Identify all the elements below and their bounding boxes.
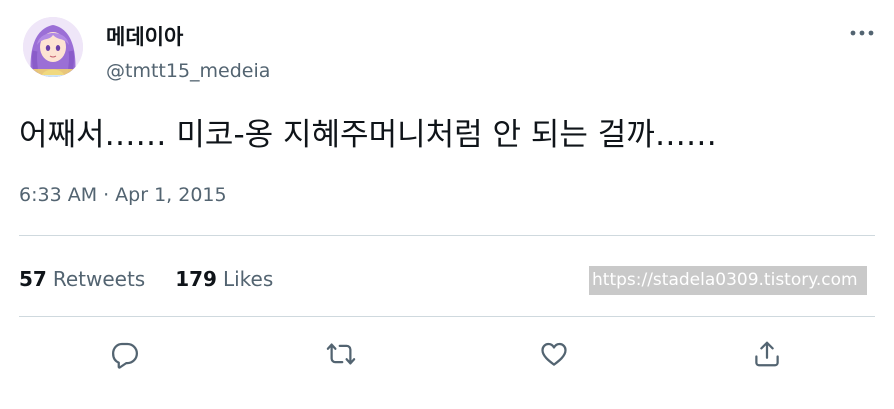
tweet-timestamp[interactable]: 6:33 AM · Apr 1, 2015 xyxy=(19,181,227,209)
retweet-button[interactable] xyxy=(321,334,361,374)
heart-icon xyxy=(541,342,567,366)
more-horizontal-icon xyxy=(850,30,874,36)
retweets-count: 57 xyxy=(19,267,47,291)
tweet-card: 메데이아 @tmtt15_medeia 어째서…… 미코-옹 지혜주머니처럼 안… xyxy=(0,0,894,409)
like-button[interactable] xyxy=(534,334,574,374)
more-options-button[interactable] xyxy=(840,18,884,48)
anime-girl-avatar-icon xyxy=(23,17,83,77)
user-handle[interactable]: @tmtt15_medeia xyxy=(106,58,270,84)
likes-stat[interactable]: 179 Likes xyxy=(175,264,273,294)
share-icon xyxy=(755,341,779,367)
display-name[interactable]: 메데이아 xyxy=(106,23,183,51)
tweet-date: Apr 1, 2015 xyxy=(115,184,227,206)
engagement-stats: 57 Retweets 179 Likes xyxy=(19,264,303,294)
retweet-icon xyxy=(326,343,356,365)
likes-count: 179 xyxy=(175,267,217,291)
meta-separator: · xyxy=(103,184,110,206)
tweet-time: 6:33 AM xyxy=(19,184,98,206)
tweet-text: 어째서…… 미코-옹 지혜주머니처럼 안 되는 걸까…… xyxy=(19,117,717,153)
divider xyxy=(19,235,875,236)
likes-label: Likes xyxy=(222,267,274,291)
reply-button[interactable] xyxy=(105,334,145,374)
retweets-label: Retweets xyxy=(52,267,146,291)
share-button[interactable] xyxy=(747,334,787,374)
reply-icon xyxy=(112,342,138,369)
watermark: https://stadela0309.tistory.com xyxy=(589,266,867,295)
avatar[interactable] xyxy=(23,17,83,77)
retweets-stat[interactable]: 57 Retweets xyxy=(19,264,145,294)
divider xyxy=(19,316,875,317)
